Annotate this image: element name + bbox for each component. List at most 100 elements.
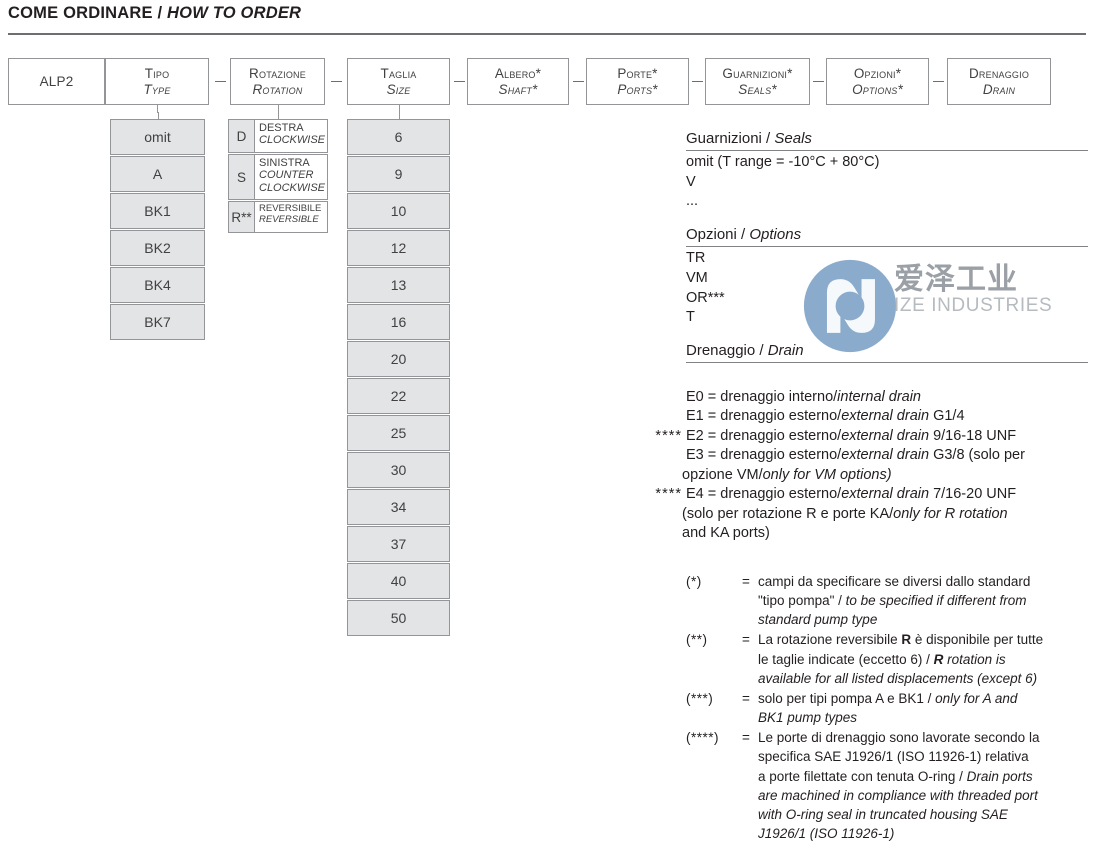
drain-heading-it: Drenaggio [686,342,756,360]
size-option[interactable]: 25 [347,415,450,451]
footnote-line: are machined in compliance with threaded… [758,787,1038,803]
branch-connector [277,105,279,112]
options-line: T [686,309,695,326]
footnote-line: J1926/1 (ISO 11926-1) [758,826,895,842]
header-box-type: Tipo Type [105,58,209,105]
header-box-shaft: Albero* Shaft* [467,58,569,105]
drain-option-row: E0 = drenaggio interno/internal drain [624,388,1088,407]
size-option[interactable]: 13 [347,267,450,303]
footnote: (***) = solo per tipi pompa A e BK1 / only… [686,689,1088,727]
footnote-equals: = [742,690,750,706]
drain-option-text: E1 = drenaggio esterno/external drain G1… [686,408,965,425]
options-section: Opzioni / Options TR VM OR*** T [686,226,1088,328]
rotation-option-en: CLOCKWISE [259,134,326,147]
footnotes: (*) = campi da specificare se diversi dall… [686,572,1088,844]
options-heading-sep: / [736,226,750,244]
size-option[interactable]: 34 [347,489,450,525]
box-connector-dash [331,81,342,82]
seals-heading-en: Seals [774,130,812,147]
size-option[interactable]: 37 [347,526,450,562]
footnote-line: standard pump type [758,612,878,628]
options-line: TR [686,250,706,267]
footnote-line: available for all listed displacements (… [758,670,1038,686]
header-box-label-en: Options* [852,81,903,97]
rotation-option-description: SINISTRA COUNTER CLOCKWISE [255,155,327,199]
header-box-options: Opzioni* Options* [826,58,929,105]
rotation-option[interactable]: R** REVERSIBILE REVERSIBLE [228,201,328,233]
options-heading-it: Opzioni [686,226,737,244]
rotation-option-en: COUNTER CLOCKWISE [259,169,326,194]
drain-option-continuation: opzione VM/only for VM options) [682,466,892,483]
type-option[interactable]: A [110,156,205,192]
footnote-line: a porte filettate con tenuta O-ring / Dr… [758,768,1033,784]
branch-connector [157,112,159,119]
type-option[interactable]: BK4 [110,267,205,303]
drain-option-text: E4 = drenaggio esterno/external drain 7/… [686,486,1017,503]
drain-option-row: E3 = drenaggio esterno/external drain G3… [624,446,1088,465]
header-box-label-it: Opzioni* [853,65,902,81]
header-box-label-en: Drain [982,81,1016,97]
size-option[interactable]: 22 [347,378,450,414]
footnote-body: La rotazione reversibile R è disponibile… [758,630,1088,687]
drain-heading: Drenaggio / Drain [686,342,1088,362]
size-option[interactable]: 10 [347,193,450,229]
header-box-rotation: Rotazione Rotation [230,58,325,105]
type-option[interactable]: BK7 [110,304,205,340]
size-option[interactable]: 9 [347,156,450,192]
footnote: (**) = La rotazione reversibile R è dispon… [686,630,1088,687]
footnote-line: le taglie indicate (eccetto 6) / R rotat… [758,651,1006,667]
type-option[interactable]: BK2 [110,230,205,266]
type-option[interactable]: omit [110,119,205,155]
box-connector-dash [572,81,584,82]
box-connector-dash [933,81,944,82]
drain-option-row: **** E2 = drenaggio esterno/external drai… [624,427,1088,446]
footnote-line: specifica SAE J1926/1 (ISO 11926-1) rela… [758,749,1029,765]
size-option[interactable]: 12 [347,230,450,266]
seals-heading-it: Guarnizioni [686,130,762,147]
legend-spacer [686,328,1088,342]
size-option[interactable]: 6 [347,119,450,155]
branch-connector [398,112,400,119]
rotation-option[interactable]: S SINISTRA COUNTER CLOCKWISE [228,154,328,200]
branch-connector [398,105,400,112]
options-line: VM [686,269,708,286]
drain-footnote-marker [624,388,686,407]
size-option[interactable]: 40 [347,563,450,599]
header-box-label-en: Rotation [252,81,303,97]
drain-option-continuation: (solo per rotazione R e porte KA/only fo… [682,505,1008,522]
footnote-line: Le porte di drenaggio sono lavorate seco… [758,730,1040,746]
rotation-option[interactable]: D DESTRA CLOCKWISE [228,119,328,153]
size-option[interactable]: 20 [347,341,450,377]
header-box-label-it: Tipo [144,65,170,81]
size-option[interactable]: 50 [347,600,450,636]
rotation-option-description: REVERSIBILE REVERSIBLE [255,202,327,232]
rotation-option-description: DESTRA CLOCKWISE [255,120,327,152]
drain-option-text: E3 = drenaggio esterno/external drain G3… [686,447,1025,464]
drain-footnote-marker: **** [655,486,682,503]
drain-option-continuation: and KA ports) [682,524,770,541]
footnote-line: BK1 pump types [758,710,858,726]
header-box-label-it: Albero* [494,65,542,81]
type-option[interactable]: BK1 [110,193,205,229]
drain-heading-sep: / [755,342,768,360]
size-option[interactable]: 16 [347,304,450,340]
footnote-line: with O-ring seal in truncated housing SA… [758,806,1008,822]
box-connector-dash [813,81,824,82]
options-heading: Opzioni / Options [686,226,1088,246]
header-box-label-en: Ports* [617,81,658,97]
header-box-size: Taglia Size [347,58,450,105]
drain-options-list: E0 = drenaggio interno/internal drain E1 … [624,388,1088,543]
drain-option-row: **** E4 = drenaggio esterno/external drai… [624,485,1088,504]
header-box-label-en: Size [386,81,411,97]
rotation-option-en: REVERSIBLE [259,213,319,225]
drain-section-heading-wrap: Drenaggio / Drain [686,342,1088,364]
drain-footnote-marker [624,407,686,426]
footnote-line: campi da specificare se diversi dallo st… [758,574,1031,589]
size-option[interactable]: 30 [347,452,450,488]
drain-option-text: E2 = drenaggio esterno/external drain 9/… [686,427,1017,444]
footnote-line: "tipo pompa" / to be specified if differ… [758,593,1027,609]
options-line: OR*** [686,289,725,306]
footnote-body: campi da specificare se diversi dallo st… [758,572,1088,629]
drain-footnote-marker: **** [655,427,682,444]
drain-footnote-marker [624,446,686,465]
